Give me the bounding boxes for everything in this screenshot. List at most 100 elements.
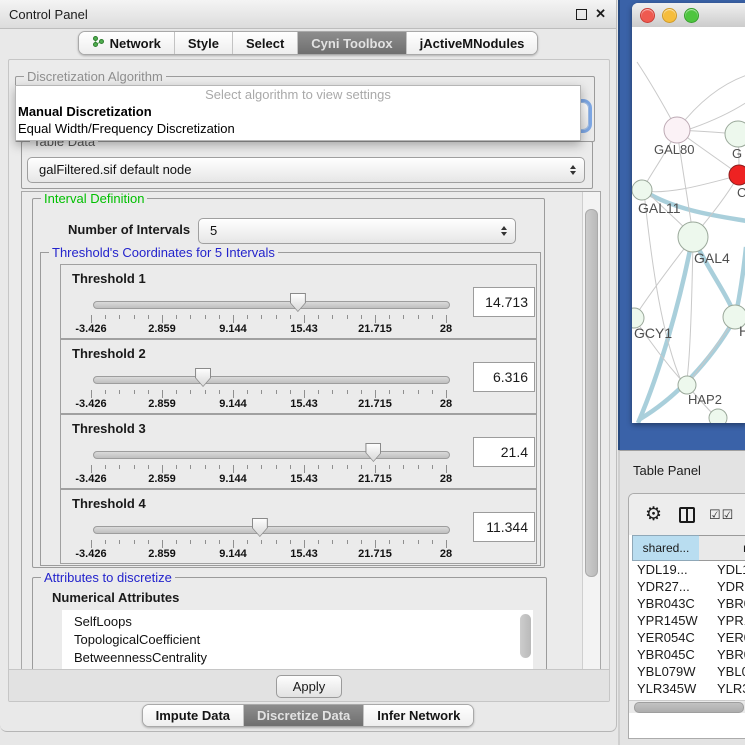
slider-scale-label: 21.715 [358, 323, 392, 335]
column-header-shared-name[interactable]: shared... [632, 535, 700, 561]
slider-tick [389, 465, 390, 469]
attribute-item-topologicalcoefficient[interactable]: TopologicalCoefficient [62, 631, 533, 649]
slider-tick [276, 465, 277, 469]
slider-scale-label: 28 [440, 548, 452, 560]
attribute-item-betweennesscentrality[interactable]: BetweennessCentrality [62, 649, 533, 667]
horizontal-scrollbar[interactable] [629, 700, 745, 713]
slider-tick [446, 540, 447, 548]
slider-thumb[interactable] [195, 368, 211, 387]
slider-tick [318, 465, 319, 469]
network-node[interactable] [729, 165, 745, 185]
tab-cyni-toolbox[interactable]: Cyni Toolbox [297, 32, 405, 54]
tab-style[interactable]: Style [174, 32, 232, 54]
threshold-value-field[interactable]: 11.344 [473, 512, 535, 542]
slider-track[interactable] [93, 301, 450, 309]
slider-tick [162, 315, 163, 323]
threshold-value-field[interactable]: 6.316 [473, 362, 535, 392]
dropdown-option-manual-discretization[interactable]: Manual Discretization [16, 103, 580, 120]
tab-infer-network[interactable]: Infer Network [363, 705, 473, 726]
slider-tick [361, 390, 362, 394]
tab-discretize-data[interactable]: Discretize Data [243, 705, 363, 726]
table-row[interactable]: YBL079WYBL079W [629, 663, 745, 680]
name-cell: YBL079W [717, 664, 745, 679]
slider-tick [219, 540, 220, 544]
number-of-intervals-combobox[interactable]: 5 [198, 218, 516, 244]
slider-tick [233, 540, 234, 548]
network-node[interactable] [709, 409, 727, 423]
slider-tick [233, 390, 234, 398]
gear-icon[interactable]: ⚙ [645, 503, 662, 526]
table-row[interactable]: YBR045CYBR045C [629, 646, 745, 663]
threshold-label: Threshold 1 [72, 271, 146, 286]
threshold-box-2: Threshold 2-3.4262.8599.14415.4321.71528… [60, 339, 537, 414]
slider-tick [290, 465, 291, 469]
threshold-value-field[interactable]: 14.713 [473, 287, 535, 317]
table-row[interactable]: YDL19...YDL19... [629, 561, 745, 578]
tab-label: Infer Network [377, 708, 460, 723]
slider-tick [190, 540, 191, 544]
slider-tick [375, 540, 376, 548]
table-row[interactable]: YDR27...YDR27... [629, 578, 745, 595]
table-row[interactable]: YER054CYER054C [629, 629, 745, 646]
network-node[interactable] [664, 117, 690, 143]
slider-track[interactable] [93, 451, 450, 459]
minimize-traffic-light-icon[interactable] [662, 8, 677, 23]
dropdown-option-equal-width-frequency[interactable]: Equal Width/Frequency Discretization [16, 120, 580, 137]
threshold-value-field[interactable]: 21.4 [473, 437, 535, 467]
slider-tick [134, 390, 135, 394]
slider-tick [190, 315, 191, 319]
vertical-scrollbar[interactable] [582, 192, 600, 670]
network-edge-thick [736, 247, 745, 314]
zoom-traffic-light-icon[interactable] [684, 8, 699, 23]
network-canvas[interactable]: GAL80GCGAL11GAL4GCY1HHAP2 [632, 27, 745, 423]
slider-tick [318, 315, 319, 319]
close-traffic-light-icon[interactable] [640, 8, 655, 23]
slider-track[interactable] [93, 526, 450, 534]
slider-scale-label: 2.859 [148, 548, 176, 560]
tab-jactivemnodules[interactable]: jActiveMNodules [406, 32, 538, 54]
control-panel-titlebar: Control Panel ✕ [0, 0, 616, 29]
slider-track[interactable] [93, 376, 450, 384]
network-node[interactable] [678, 222, 708, 252]
name-cell: YER054C [717, 630, 745, 645]
app-root: Control Panel ✕ NetworkStyleSelectCyni T… [0, 0, 745, 745]
select-columns-icon[interactable]: ☑☑ [709, 507, 734, 523]
slider-thumb[interactable] [252, 518, 268, 537]
network-node[interactable] [632, 180, 652, 200]
slider-tick [176, 540, 177, 544]
tab-impute-data[interactable]: Impute Data [143, 705, 243, 726]
slider-tick [418, 390, 419, 394]
table-row[interactable]: YBR043CYBR043C [629, 595, 745, 612]
network-node[interactable] [725, 121, 745, 147]
numerical-attributes-list[interactable]: SelfLoopsTopologicalCoefficientBetweenne… [62, 610, 533, 671]
float-window-icon[interactable] [576, 9, 587, 20]
slider-tick [332, 540, 333, 544]
slider-tick [148, 390, 149, 394]
cytoscape-desktop: GAL80GCGAL11GAL4GCY1HHAP2 [618, 0, 745, 450]
network-node-label-h: H [739, 323, 745, 339]
slider-tick [403, 390, 404, 394]
network-view-window: GAL80GCGAL11GAL4GCY1HHAP2 [632, 3, 745, 423]
tab-network[interactable]: Network [79, 32, 174, 54]
threshold-box-3: Threshold 3-3.4262.8599.14415.4321.71528… [60, 414, 537, 489]
table-row[interactable]: YLR345WYLR345W [629, 680, 745, 697]
apply-button[interactable]: Apply [276, 675, 342, 698]
split-columns-icon[interactable] [679, 507, 695, 523]
column-header-name[interactable]: n [699, 535, 745, 561]
table-row[interactable]: YPR145WYPR145W [629, 612, 745, 629]
attribute-item-selfloops[interactable]: SelfLoops [62, 613, 533, 631]
slider-tick [304, 540, 305, 548]
slider-thumb[interactable] [365, 443, 381, 462]
table-header-row: shared... n [629, 535, 745, 561]
slider-thumb[interactable] [290, 293, 306, 312]
close-icon[interactable]: ✕ [595, 6, 606, 22]
horizontal-scrollbar-thumb[interactable] [634, 702, 744, 713]
table-data-combobox[interactable]: galFiltered.sif default node [27, 157, 585, 183]
tab-select[interactable]: Select [232, 32, 297, 54]
vertical-scrollbar-thumb[interactable] [585, 209, 598, 577]
name-cell: YPR145W [717, 613, 745, 628]
apply-bar: Apply [9, 669, 609, 702]
slider-tick [105, 465, 106, 469]
slider-tick [205, 315, 206, 319]
list-scrollbar-thumb[interactable] [520, 614, 531, 658]
